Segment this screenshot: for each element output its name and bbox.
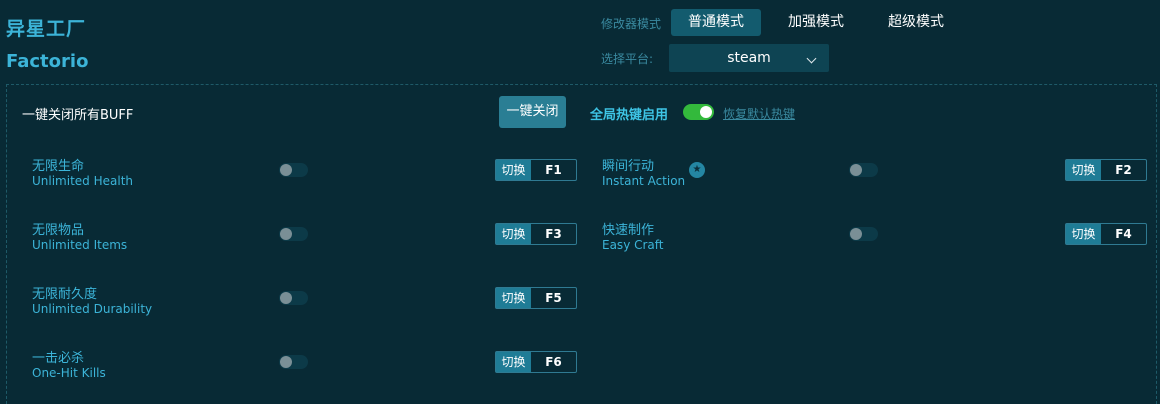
hotkey-key: F5 bbox=[545, 291, 562, 305]
cheat-toggle-unlimited-items[interactable] bbox=[279, 227, 308, 241]
hotkey-key: F3 bbox=[545, 227, 562, 241]
cheat-name-cn: 无限物品 bbox=[32, 223, 85, 238]
mode-super-button[interactable]: 超级模式 bbox=[871, 9, 961, 36]
cheat-name-cn: 瞬间行动 bbox=[602, 159, 655, 174]
hotkey-key: F1 bbox=[545, 163, 562, 177]
star-icon: ★ bbox=[689, 162, 705, 178]
cheat-name-en: Unlimited Health bbox=[32, 174, 134, 188]
toggle-knob bbox=[280, 356, 292, 368]
hotkey-button-f2[interactable]: 切换 F2 bbox=[1065, 159, 1147, 181]
cheat-toggle-instant-action[interactable] bbox=[849, 163, 878, 177]
close-all-button[interactable]: 一键关闭 bbox=[499, 96, 566, 128]
toggle-knob bbox=[700, 106, 712, 118]
mode-label: 修改器模式 bbox=[601, 17, 662, 31]
toggle-knob bbox=[280, 164, 292, 176]
app-title-en: Factorio bbox=[6, 51, 89, 72]
cheat-toggle-one-hit-kills[interactable] bbox=[279, 355, 308, 369]
hotkey-key: F4 bbox=[1115, 227, 1132, 241]
hotkey-button-f5[interactable]: 切换 F5 bbox=[495, 287, 577, 309]
cheat-name-en: Unlimited Durability bbox=[32, 302, 153, 316]
app-title-cn: 异星工厂 bbox=[6, 18, 87, 40]
hotkey-button-f4[interactable]: 切换 F4 bbox=[1065, 223, 1147, 245]
toggle-knob bbox=[850, 228, 862, 240]
hotkey-key: F6 bbox=[545, 355, 562, 369]
toggle-knob bbox=[280, 228, 292, 240]
platform-value: steam bbox=[727, 50, 771, 66]
global-hotkey-label: 全局热键启用 bbox=[590, 108, 669, 123]
hotkey-switch-label: 切换 bbox=[496, 224, 531, 244]
cheat-name-cn: 无限生命 bbox=[32, 159, 85, 174]
mode-enhanced-button[interactable]: 加强模式 bbox=[771, 9, 861, 36]
hotkey-button-f1[interactable]: 切换 F1 bbox=[495, 159, 577, 181]
restore-default-hotkeys-link[interactable]: 恢复默认热键 bbox=[723, 105, 795, 122]
hotkey-switch-label: 切换 bbox=[1066, 160, 1101, 180]
cheat-name-en: Instant Action bbox=[602, 174, 686, 188]
hotkey-switch-label: 切换 bbox=[1066, 224, 1101, 244]
toggle-knob bbox=[850, 164, 862, 176]
cheat-name-cn: 无限耐久度 bbox=[32, 287, 98, 302]
hotkey-switch-label: 切换 bbox=[496, 288, 531, 308]
hotkey-button-f3[interactable]: 切换 F3 bbox=[495, 223, 577, 245]
cheat-name-en: Unlimited Items bbox=[32, 238, 128, 252]
platform-label: 选择平台: bbox=[601, 52, 654, 66]
hotkey-switch-label: 切换 bbox=[496, 352, 531, 372]
cheat-toggle-easy-craft[interactable] bbox=[849, 227, 878, 241]
hotkey-switch-label: 切换 bbox=[496, 160, 531, 180]
hotkey-key: F2 bbox=[1115, 163, 1132, 177]
cheat-toggle-unlimited-durability[interactable] bbox=[279, 291, 308, 305]
global-hotkey-toggle[interactable] bbox=[683, 104, 714, 120]
hotkey-button-f6[interactable]: 切换 F6 bbox=[495, 351, 577, 373]
cheat-name-cn: 快速制作 bbox=[602, 223, 655, 238]
cheat-toggle-unlimited-health[interactable] bbox=[279, 163, 308, 177]
cheat-name-en: Easy Craft bbox=[602, 238, 664, 252]
close-all-label: 一键关闭所有BUFF bbox=[22, 108, 134, 123]
toggle-knob bbox=[280, 292, 292, 304]
platform-select[interactable]: steam bbox=[669, 44, 829, 72]
cheat-name-cn: 一击必杀 bbox=[32, 351, 85, 366]
cheat-name-en: One-Hit Kills bbox=[32, 366, 106, 380]
mode-normal-button[interactable]: 普通模式 bbox=[671, 9, 761, 36]
cheats-panel bbox=[6, 84, 1157, 404]
